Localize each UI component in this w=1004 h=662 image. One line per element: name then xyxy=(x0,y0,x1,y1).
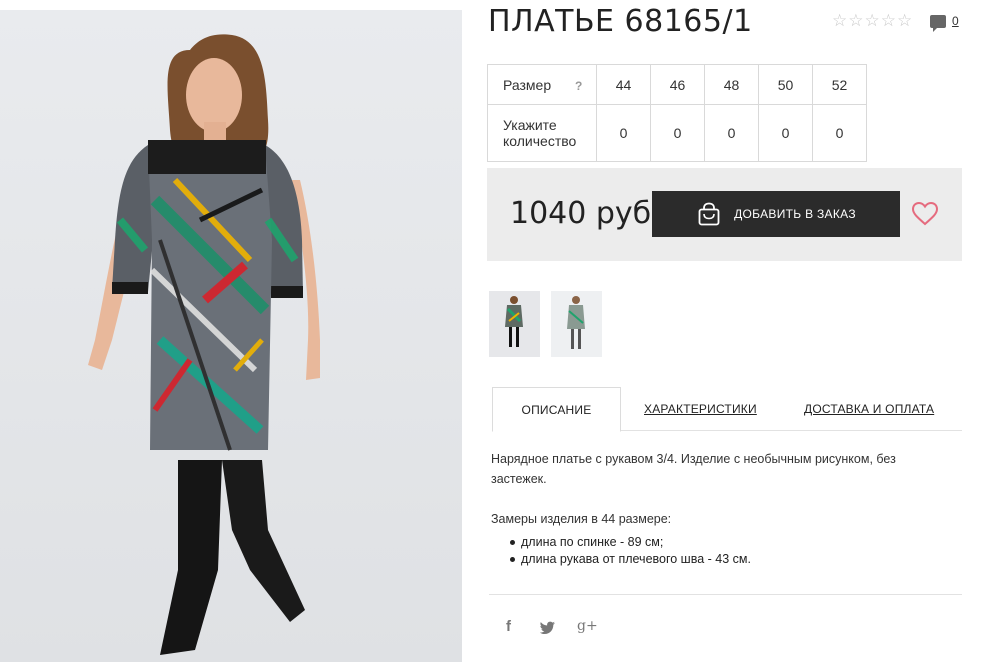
size-option: 46 xyxy=(650,64,705,105)
add-to-order-button[interactable]: ДОБАВИТЬ В ЗАКАЗ xyxy=(652,191,900,237)
list-item: длина по спинке - 89 см; xyxy=(508,534,751,551)
add-to-order-label: ДОБАВИТЬ В ЗАКАЗ xyxy=(734,207,856,221)
product-thumbnail[interactable] xyxy=(551,291,602,357)
google-plus-icon[interactable]: g+ xyxy=(577,618,598,634)
size-label-cell: Размер ? xyxy=(487,64,597,105)
quantity-label: Укажите количество xyxy=(503,117,577,149)
size-option: 52 xyxy=(812,64,867,105)
quantity-input[interactable]: 0 xyxy=(650,104,705,162)
size-option: 48 xyxy=(704,64,759,105)
measurements-title: Замеры изделия в 44 размере: xyxy=(491,512,672,526)
tab-characteristics[interactable]: ХАРАКТЕРИСТИКИ xyxy=(644,387,757,431)
rating-stars[interactable]: ☆ ☆ ☆ ☆ ☆ xyxy=(832,12,912,29)
price-panel: 1040 руб ДОБАВИТЬ В ЗАКАЗ xyxy=(487,168,962,261)
facebook-icon[interactable]: f xyxy=(506,618,511,635)
reviews-link[interactable]: 0 xyxy=(930,14,959,32)
price: 1040 руб xyxy=(510,196,652,231)
reviews-count[interactable]: 0 xyxy=(952,14,959,28)
product-thumbnail[interactable] xyxy=(489,291,540,357)
product-tabs: ОПИСАНИЕ ХАРАКТЕРИСТИКИ ДОСТАВКА И ОПЛАТ… xyxy=(492,387,962,432)
model-in-dress-image xyxy=(88,34,320,655)
star-icon[interactable]: ☆ xyxy=(881,12,896,29)
shopping-bag-icon xyxy=(698,202,720,226)
star-icon[interactable]: ☆ xyxy=(848,12,863,29)
quantity-input[interactable]: 0 xyxy=(812,104,867,162)
size-help-icon[interactable]: ? xyxy=(575,79,582,93)
quantity-input[interactable]: 0 xyxy=(704,104,759,162)
size-label: Размер xyxy=(503,76,552,93)
description-text: Нарядное платье с рукавом 3/4. Изделие с… xyxy=(491,452,896,486)
twitter-icon[interactable] xyxy=(540,621,556,635)
tab-delivery-payment[interactable]: ДОСТАВКА И ОПЛАТА xyxy=(804,387,934,431)
comment-icon xyxy=(930,14,946,32)
measurements-list: длина по спинке - 89 см; длина рукава от… xyxy=(508,534,751,568)
quantity-label-cell: Укажите количество xyxy=(487,104,597,162)
list-item: длина рукава от плечевого шва - 43 см. xyxy=(508,551,751,568)
product-title: ПЛАТЬЕ 68165/1 xyxy=(488,4,753,39)
quantity-input[interactable]: 0 xyxy=(758,104,813,162)
thumbnail-image xyxy=(505,296,523,347)
divider xyxy=(489,594,962,595)
star-icon[interactable]: ☆ xyxy=(865,12,880,29)
tab-description[interactable]: ОПИСАНИЕ xyxy=(492,387,621,432)
heart-icon[interactable] xyxy=(911,201,939,227)
size-quantity-table: Размер ? 44 46 48 50 52 Укажите количест… xyxy=(487,64,867,162)
star-icon[interactable]: ☆ xyxy=(832,12,847,29)
star-icon[interactable]: ☆ xyxy=(897,12,912,29)
product-main-photo[interactable] xyxy=(0,10,462,662)
thumbnail-image xyxy=(567,296,585,349)
quantity-input[interactable]: 0 xyxy=(596,104,651,162)
size-option: 44 xyxy=(596,64,651,105)
size-option: 50 xyxy=(758,64,813,105)
